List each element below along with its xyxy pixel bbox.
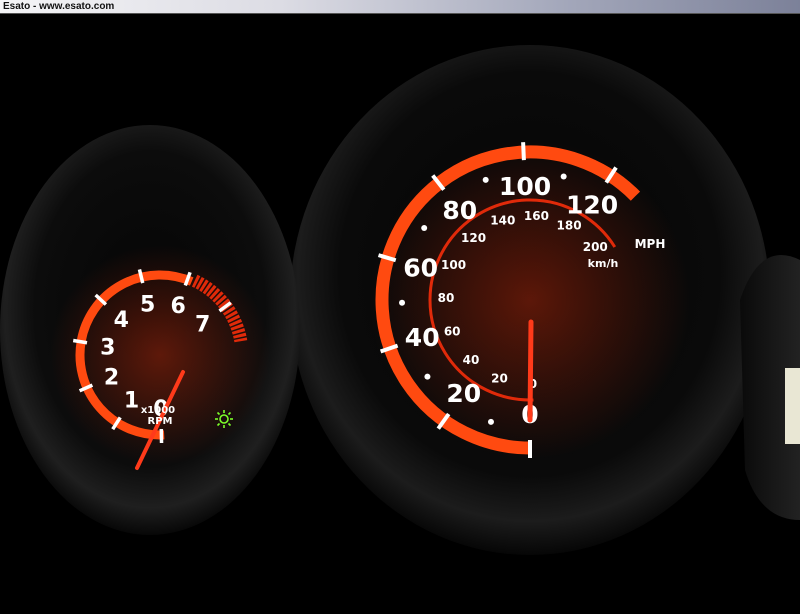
kmh-label: 180 bbox=[557, 219, 582, 233]
mph-label: 120 bbox=[566, 190, 618, 219]
window-title: Esato - www.esato.com bbox=[3, 1, 115, 12]
tachometer-label: 5 bbox=[140, 292, 155, 317]
speedometer-needle bbox=[527, 319, 534, 423]
mph-minor-dot bbox=[424, 373, 431, 380]
mph-label: 20 bbox=[446, 379, 481, 408]
tachometer-label: 3 bbox=[100, 335, 115, 360]
mph-tick bbox=[521, 142, 526, 161]
kmh-unit-label: km/h bbox=[588, 257, 619, 270]
kmh-label: 80 bbox=[438, 291, 455, 305]
mph-label: 40 bbox=[405, 323, 440, 352]
mph-minor-dot bbox=[487, 418, 494, 425]
tachometer-label: 2 bbox=[104, 366, 119, 391]
window-title-bar: Esato - www.esato.com bbox=[0, 0, 800, 14]
mph-label: 60 bbox=[403, 254, 438, 283]
tachometer-label: 7 bbox=[195, 312, 210, 337]
mph-minor-dot bbox=[482, 176, 489, 183]
kmh-label: 140 bbox=[490, 214, 515, 228]
tachometer-tick bbox=[72, 338, 88, 345]
instrument-cluster-photo: 01234567 x1000 RPM 020406080100120 02040… bbox=[0, 14, 800, 614]
tachometer-label: 1 bbox=[124, 389, 139, 414]
mph-unit-label: MPH bbox=[635, 237, 666, 251]
mph-minor-dot bbox=[399, 299, 406, 306]
tachometer-label: 6 bbox=[170, 294, 185, 319]
kmh-label: 200 bbox=[583, 240, 608, 254]
rpm-unit-x1000: x1000 bbox=[141, 405, 175, 416]
kmh-label: 100 bbox=[441, 258, 466, 272]
kmh-label: 40 bbox=[463, 353, 480, 367]
kmh-label: 160 bbox=[524, 209, 549, 223]
odometer-display bbox=[785, 368, 800, 444]
mph-minor-dot bbox=[421, 224, 428, 231]
kmh-label: 20 bbox=[491, 371, 508, 385]
kmh-label: 120 bbox=[461, 231, 486, 245]
mph-label: 100 bbox=[499, 172, 551, 201]
rpm-unit-rpm: RPM bbox=[148, 416, 173, 427]
mph-label: 80 bbox=[442, 196, 477, 225]
mph-minor-dot bbox=[560, 173, 567, 180]
kmh-label: 60 bbox=[444, 325, 461, 339]
tachometer-label: 4 bbox=[114, 308, 129, 333]
